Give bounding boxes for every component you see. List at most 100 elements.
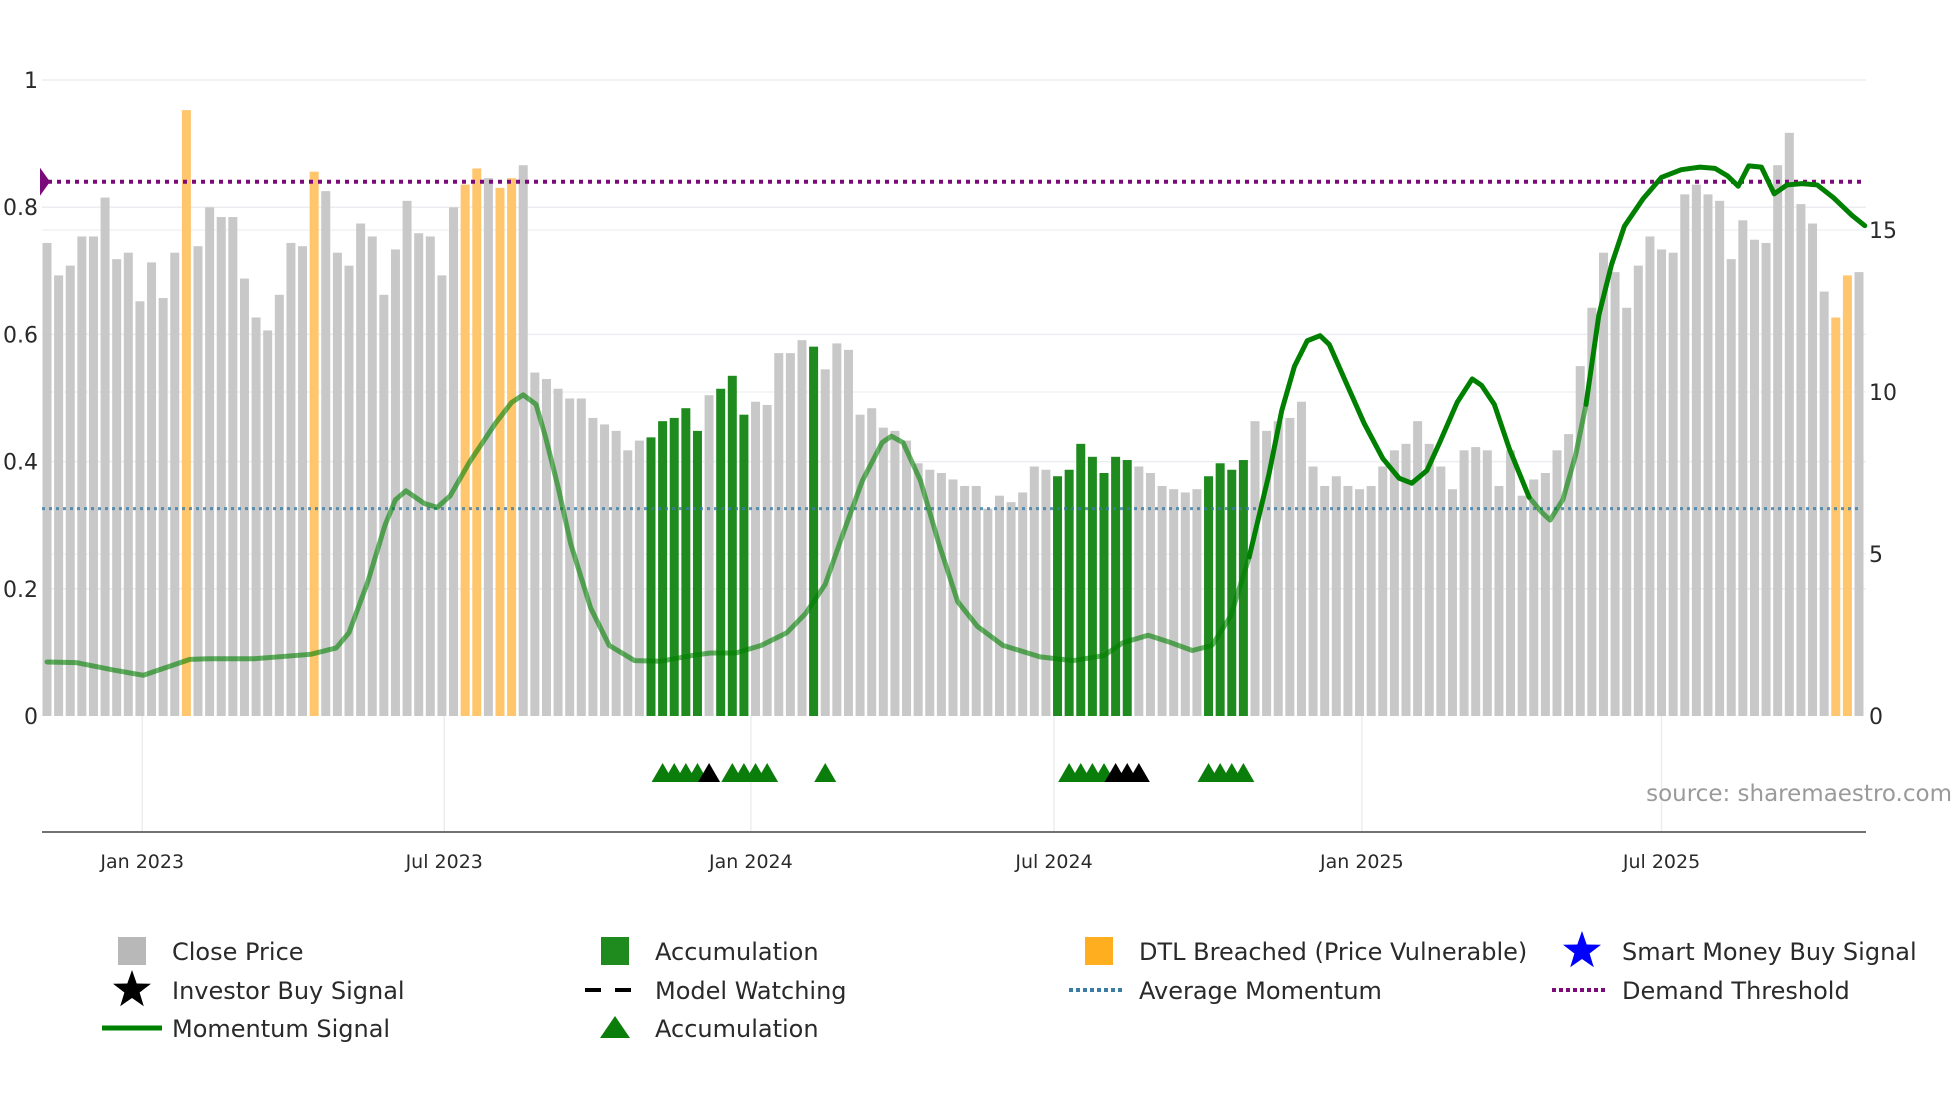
dtl-breached-bar [460,184,470,716]
close-price-bar [634,440,644,716]
close-price-bar [135,301,145,716]
close-price-bar [1749,239,1759,716]
close-price-bar [54,275,64,716]
close-price-bar [1157,485,1167,716]
x-axis-tick: Jul 2025 [1622,851,1700,873]
left-axis-tick: 0.2 [3,578,38,603]
close-price-bar [298,246,308,716]
legend-item: Close Price [118,937,304,966]
legend-item: Accumulation [600,1015,819,1043]
close-price-bar [1773,165,1783,716]
accumulation-bar [1064,469,1074,716]
close-price-bar [576,398,586,716]
accumulation-bar [1122,460,1132,716]
close-price-bar [1715,200,1725,717]
close-price-bar [878,427,888,716]
accumulation-bar [739,414,749,716]
close-price-bar [1250,421,1260,716]
legend-item: Momentum Signal [102,1015,390,1043]
right-axis-tick: 0 [1869,705,1883,730]
close-price-bar [1506,450,1516,716]
close-price-bar [1703,194,1713,717]
close-price-bar [158,298,168,716]
close-price-bar [1331,476,1341,716]
accumulation-bar [692,430,702,716]
close-price-bar [588,417,598,716]
gray-square-icon [118,937,146,965]
legend-item: DTL Breached (Price Vulnerable) [1085,937,1527,966]
close-price-bar [1459,450,1469,716]
close-price-bar [832,343,842,716]
accumulation-bar [1227,469,1237,716]
legend-item: Average Momentum [1069,977,1382,1005]
close-price-bar [1180,492,1190,716]
close-price-bar [983,508,993,716]
legend-label: Accumulation [655,938,819,966]
close-price-bar [855,414,865,716]
close-price-bar [77,236,87,717]
legend-label: Momentum Signal [172,1015,390,1043]
orange-square-icon [1085,937,1113,965]
close-price-bar [147,262,157,716]
black-star-icon [113,970,151,1007]
dtl-breached-bar [181,110,191,717]
accumulation-bar [716,388,726,716]
close-price-bar [1192,489,1202,716]
demand-threshold-marker [40,167,50,196]
close-price-bar [344,265,354,716]
close-price-bar [216,217,226,717]
close-price-bar [449,207,459,716]
close-price-bar [193,246,203,716]
accumulation-bar [1053,476,1063,716]
close-price-bar [1819,291,1829,716]
close-price-bar [704,395,714,716]
close-price-bar [1482,450,1492,716]
close-price-bar [1854,272,1864,716]
legend-item: Model Watching [585,977,847,1005]
close-price-bar [623,450,633,716]
accumulation-bar [1076,443,1086,716]
close-price-bar [65,265,75,716]
close-price-bar [100,197,110,717]
close-price-bar [170,252,180,716]
accumulation-bar [1204,476,1214,716]
close-price-bar [402,200,412,717]
close-price-bar [1517,495,1527,716]
close-price-bar [1343,485,1353,716]
accumulation-bar [646,437,656,716]
blue-star-icon [1563,931,1601,968]
close-price-bar [902,440,912,716]
close-price-bar [1134,466,1144,716]
dtl-breached-bar [1842,275,1852,716]
close-price-bar [437,275,447,716]
close-price-bar [1041,469,1051,716]
close-price-bar [1761,242,1771,716]
close-price-bar [1296,401,1306,716]
legend-label: Investor Buy Signal [172,977,405,1005]
left-axis-tick: 0.6 [3,323,38,348]
close-price-bar [1413,421,1423,716]
close-price-bar [1738,220,1748,716]
close-price-bar [1308,466,1318,716]
close-price-bar [797,340,807,716]
close-price-bar [1447,489,1457,716]
left-axis-tick: 0.8 [3,196,38,221]
close-price-bar [228,217,238,717]
close-price-bar [286,242,296,716]
close-price-bar [1529,479,1539,716]
close-price-bar [774,353,784,716]
left-axis-tick: 0.4 [3,451,38,476]
close-price-bar [1273,421,1283,716]
dtl-breached-bar [1831,317,1841,716]
right-axis-tick: 10 [1869,381,1897,406]
close-price-bar [1169,489,1179,716]
close-price-bar [1552,450,1562,716]
close-price-bar [785,353,795,716]
legend-item: Accumulation [601,937,819,966]
legend-label: Average Momentum [1139,977,1382,1005]
left-axis-tick: 1 [24,69,38,94]
close-price-bar [553,388,563,716]
legend-item: Smart Money Buy Signal [1563,931,1917,968]
close-price-bar [1436,466,1446,716]
close-price-bar [390,249,400,716]
